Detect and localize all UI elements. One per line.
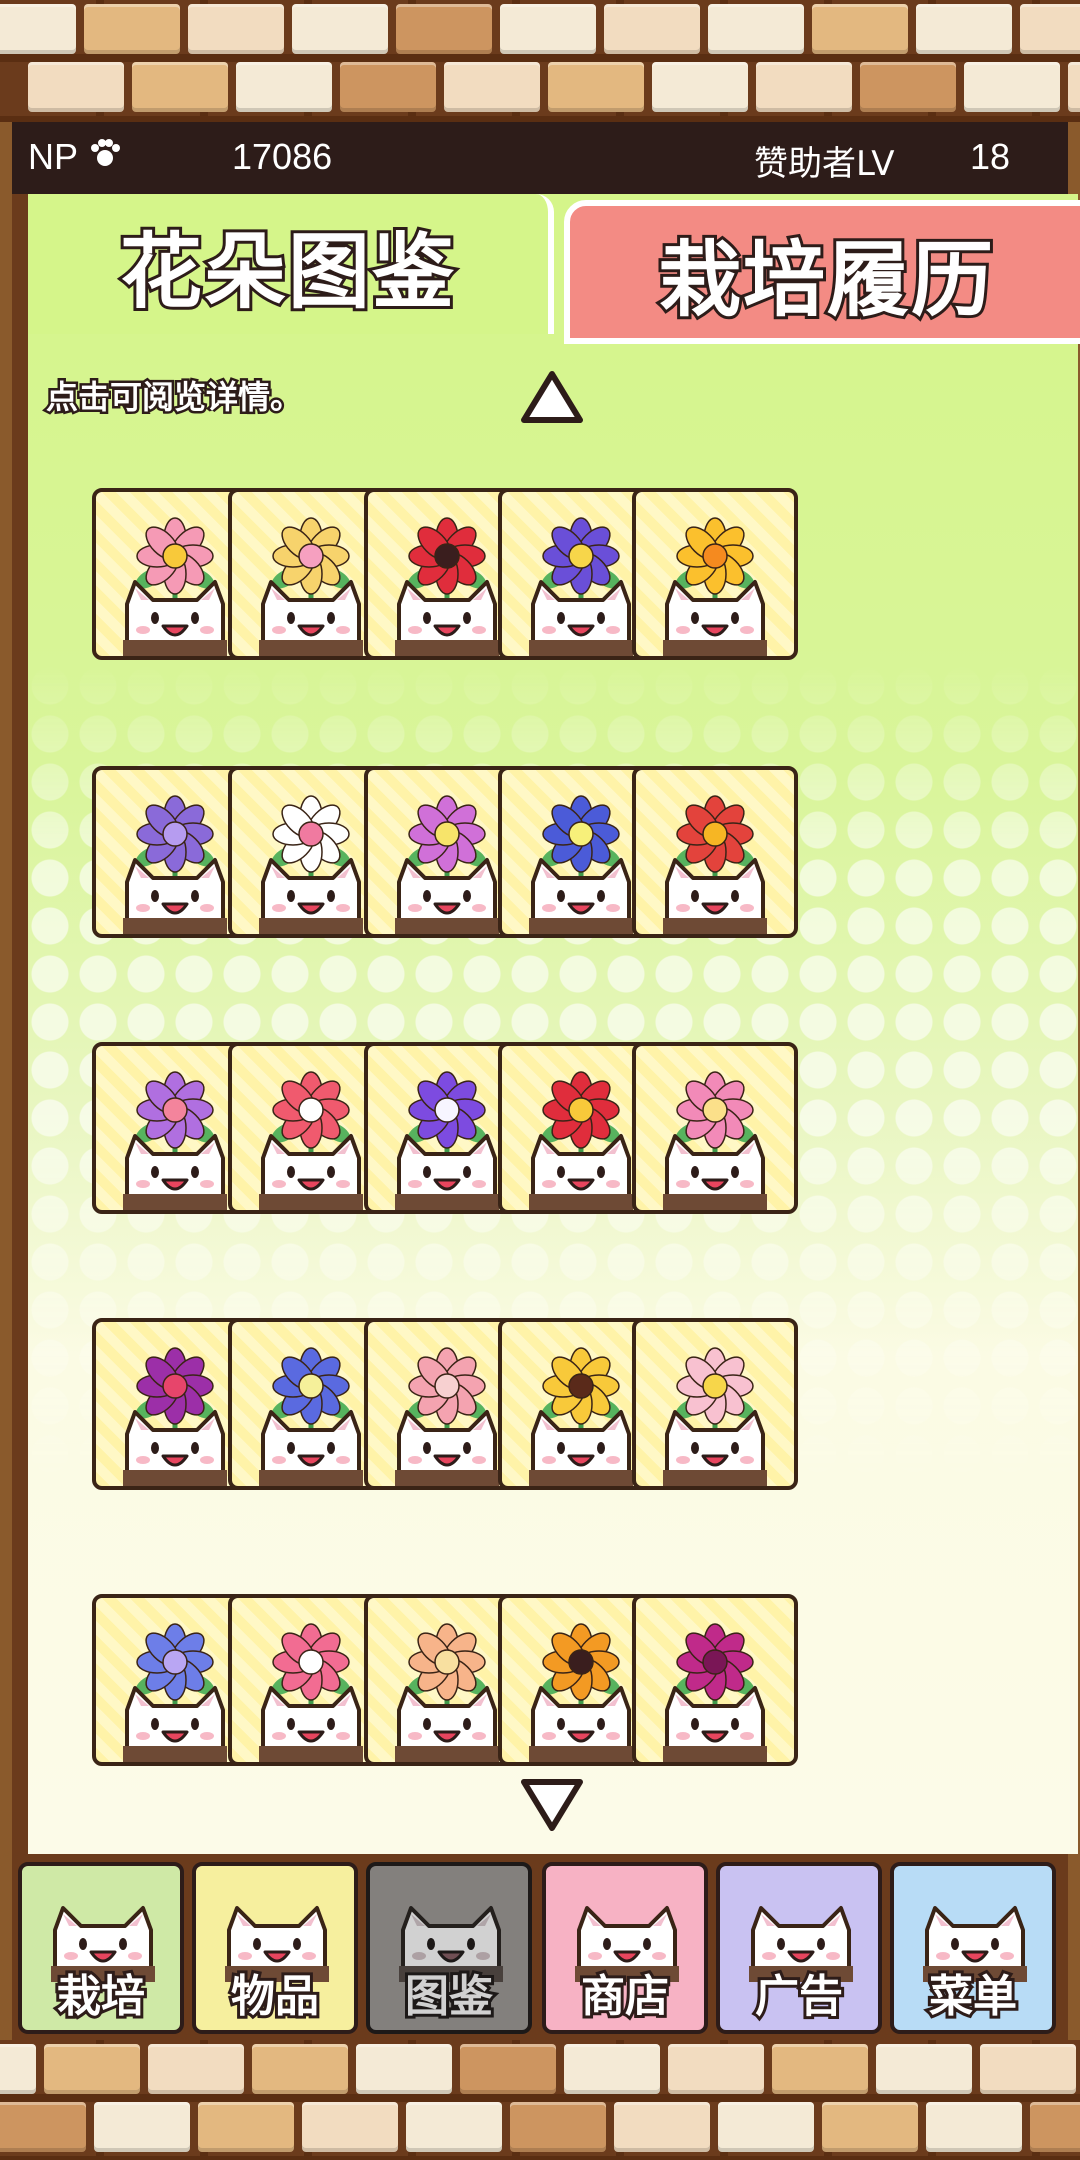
tab-flower-encyclopedia-label: 花朵图鉴 <box>117 222 457 323</box>
cat-pot-icon <box>385 1680 509 1762</box>
cat-pot-icon <box>385 1404 509 1486</box>
paw-icon <box>88 136 122 179</box>
nav-button-3[interactable]: 商店 <box>542 1862 708 2034</box>
flower-card[interactable] <box>632 1594 798 1766</box>
np-value: 17086 <box>232 136 333 177</box>
scroll-up-arrow-icon[interactable] <box>520 370 584 426</box>
bottom-brick-wall <box>0 2040 1080 2160</box>
encyclopedia-content: 花朵图鉴 栽培履历 点击可阅览详情。 <box>28 194 1080 1854</box>
cat-pot-icon <box>113 1128 237 1210</box>
cat-pot-icon <box>653 1680 777 1762</box>
cat-pot-icon <box>249 1128 373 1210</box>
nav-button-label: 图鉴 <box>402 1968 496 2025</box>
nav-button-5[interactable]: 菜单 <box>890 1862 1056 2034</box>
top-brick-wall <box>0 0 1080 122</box>
cat-pot-icon <box>113 1680 237 1762</box>
nav-button-2[interactable]: 图鉴 <box>366 1862 532 2034</box>
nav-button-label: 广告 <box>752 1968 846 2025</box>
nav-button-label: 菜单 <box>926 1968 1020 2025</box>
cat-pot-icon <box>249 1680 373 1762</box>
cat-pot-icon <box>519 1128 643 1210</box>
cat-pot-icon <box>113 852 237 934</box>
cat-pot-icon <box>249 852 373 934</box>
nav-button-label: 商店 <box>578 1968 672 2025</box>
tab-flower-encyclopedia[interactable]: 花朵图鉴 <box>28 194 554 334</box>
nav-button-label: 栽培 <box>54 1968 148 2025</box>
sponsor-label: 赞助者LV <box>754 144 895 184</box>
cat-pot-icon <box>519 1680 643 1762</box>
cat-pot-icon <box>519 852 643 934</box>
cat-pot-icon <box>113 574 237 656</box>
status-bar: NP 17086 赞助者LV 18 <box>12 122 1068 194</box>
tab-cultivation-history[interactable]: 栽培履历 <box>564 200 1080 344</box>
nav-button-1[interactable]: 物品 <box>192 1862 358 2034</box>
nav-button-label: 物品 <box>228 1968 322 2025</box>
cat-pot-icon <box>385 574 509 656</box>
cat-pot-icon <box>653 574 777 656</box>
cat-pot-icon <box>385 1128 509 1210</box>
hint-text: 点击可阅览详情。 <box>43 376 304 419</box>
flower-card[interactable] <box>632 1042 798 1214</box>
np-label: NP <box>28 136 79 177</box>
cat-pot-icon <box>519 574 643 656</box>
cat-pot-icon <box>519 1404 643 1486</box>
bottom-navigation: 栽培 物品 图鉴 商店 广告 菜单 <box>12 1854 1068 2040</box>
cat-pot-icon <box>653 852 777 934</box>
cat-pot-icon <box>653 1404 777 1486</box>
sponsor-level: 18 <box>970 136 1011 177</box>
nav-button-0[interactable]: 栽培 <box>18 1862 184 2034</box>
cat-pot-icon <box>385 852 509 934</box>
flower-card[interactable] <box>632 766 798 938</box>
tab-cultivation-history-label: 栽培履历 <box>656 230 996 331</box>
cat-pot-icon <box>653 1128 777 1210</box>
cat-pot-icon <box>249 574 373 656</box>
flower-card[interactable] <box>632 1318 798 1490</box>
cat-pot-icon <box>113 1404 237 1486</box>
nav-button-4[interactable]: 广告 <box>716 1862 882 2034</box>
cat-pot-icon <box>249 1404 373 1486</box>
flower-card[interactable] <box>632 488 798 660</box>
scroll-down-arrow-icon[interactable] <box>520 1776 584 1832</box>
encyclopedia-panel: 花朵图鉴 栽培履历 点击可阅览详情。 <box>12 194 1080 1854</box>
